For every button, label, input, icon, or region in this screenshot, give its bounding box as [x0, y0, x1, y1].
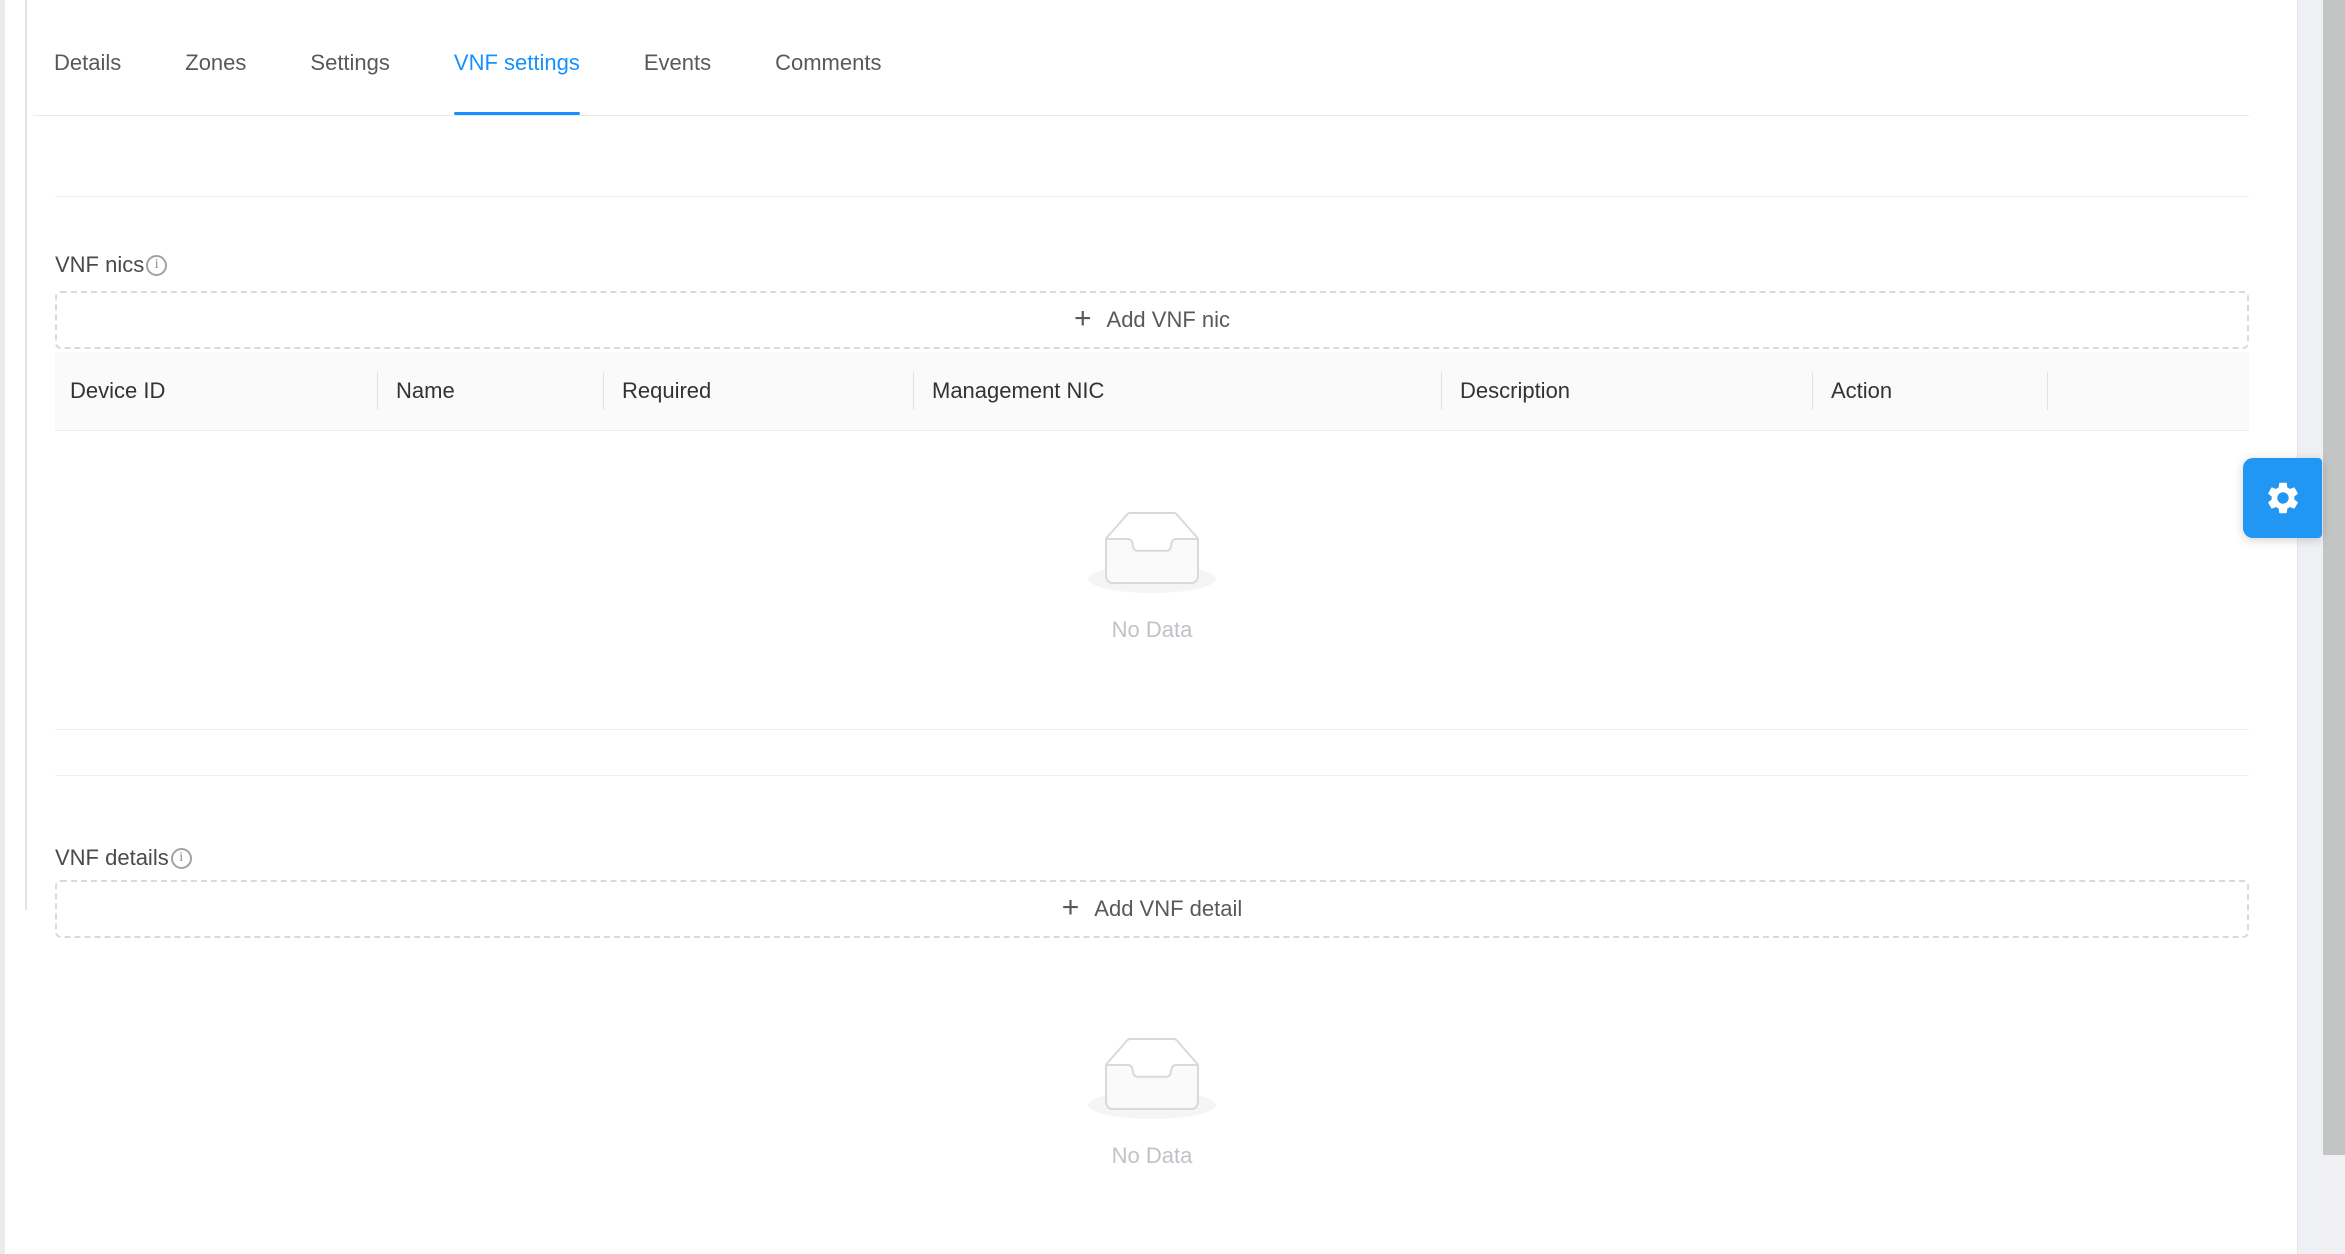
no-data-text: No Data — [1112, 1143, 1193, 1169]
tab-zones[interactable]: Zones — [185, 0, 246, 115]
add-vnf-nic-button[interactable]: + Add VNF nic — [55, 291, 2249, 349]
tab-comments[interactable]: Comments — [775, 0, 881, 115]
plus-icon: + — [1062, 893, 1080, 923]
settings-gear-button[interactable] — [2243, 458, 2322, 538]
vnf-nics-label: VNF nics i — [55, 252, 2249, 278]
section-divider — [55, 775, 2249, 776]
section-divider — [55, 196, 2249, 197]
left-edge-strip — [0, 0, 5, 1254]
info-icon[interactable]: i — [146, 255, 167, 276]
info-icon[interactable]: i — [171, 848, 192, 869]
tab-events[interactable]: Events — [644, 0, 711, 115]
tab-bar: Details Zones Settings VNF settings Even… — [33, 0, 2249, 116]
column-header-device-id: Device ID — [55, 352, 378, 430]
column-header-name: Name — [378, 352, 604, 430]
vnf-nics-title: VNF nics — [55, 252, 144, 278]
empty-box-icon — [1088, 1037, 1216, 1119]
tab-vnf-settings[interactable]: VNF settings — [454, 0, 580, 115]
add-vnf-nic-label: Add VNF nic — [1107, 307, 1231, 333]
panel-left-border — [25, 0, 27, 910]
inner-scrollbar-track[interactable] — [2297, 0, 2323, 1254]
column-header-required: Required — [604, 352, 914, 430]
column-header-spacer — [2048, 352, 2249, 430]
vnf-details-label: VNF details i — [55, 845, 2249, 871]
outer-scrollbar-thumb[interactable] — [2323, 0, 2345, 1155]
vnf-nics-table-header: Device ID Name Required Management NIC D… — [55, 352, 2249, 431]
plus-icon: + — [1074, 304, 1092, 334]
column-header-management-nic: Management NIC — [914, 352, 1442, 430]
vnf-details-title: VNF details — [55, 845, 169, 871]
column-header-action: Action — [1813, 352, 2048, 430]
add-vnf-detail-label: Add VNF detail — [1094, 896, 1242, 922]
vnf-settings-page: Details Zones Settings VNF settings Even… — [0, 0, 2345, 1254]
empty-box-icon — [1088, 511, 1216, 593]
vnf-details-empty-state: No Data — [55, 938, 2249, 1169]
no-data-text: No Data — [1112, 617, 1193, 643]
add-vnf-detail-button[interactable]: + Add VNF detail — [55, 880, 2249, 938]
vnf-nics-empty-state: No Data — [55, 431, 2249, 730]
gear-icon — [2264, 479, 2302, 517]
tab-details[interactable]: Details — [54, 0, 121, 115]
main-content: Details Zones Settings VNF settings Even… — [33, 0, 2249, 1169]
column-header-description: Description — [1442, 352, 1813, 430]
tab-settings[interactable]: Settings — [310, 0, 390, 115]
